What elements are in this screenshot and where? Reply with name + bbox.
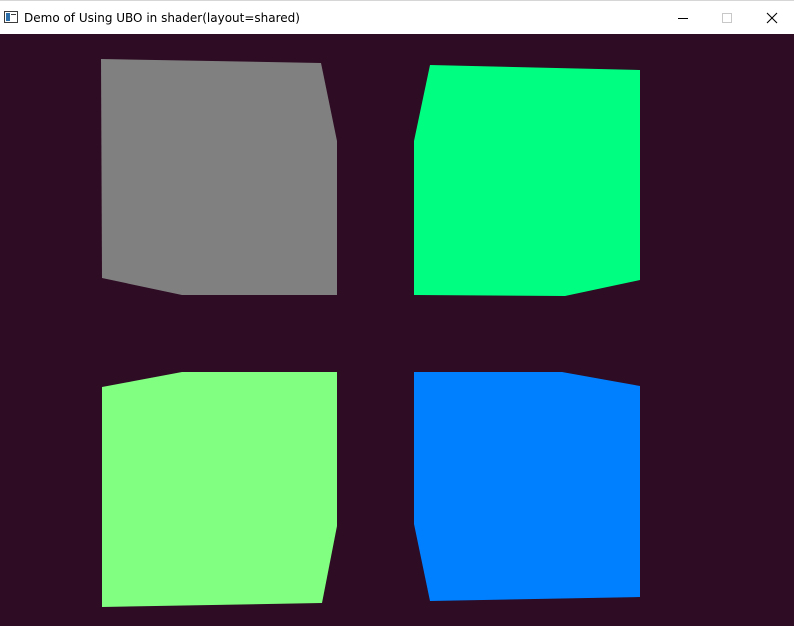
application-window: Demo of Using UBO in shader(layout=share… [0, 0, 794, 626]
maximize-button[interactable] [704, 2, 750, 34]
maximize-icon [722, 13, 732, 23]
bottom-right-cube [414, 372, 640, 601]
close-icon [766, 12, 778, 24]
minimize-icon [678, 18, 688, 19]
minimize-button[interactable] [660, 2, 706, 34]
window-title: Demo of Using UBO in shader(layout=share… [24, 11, 300, 25]
app-window-icon [4, 11, 18, 23]
bottom-left-cube [102, 372, 337, 607]
render-viewport[interactable] [0, 34, 794, 626]
title-bar[interactable]: Demo of Using UBO in shader(layout=share… [0, 0, 794, 34]
close-button[interactable] [749, 2, 794, 34]
top-right-cube [414, 65, 640, 296]
top-left-cube [101, 59, 337, 295]
scene-canvas [101, 59, 640, 607]
